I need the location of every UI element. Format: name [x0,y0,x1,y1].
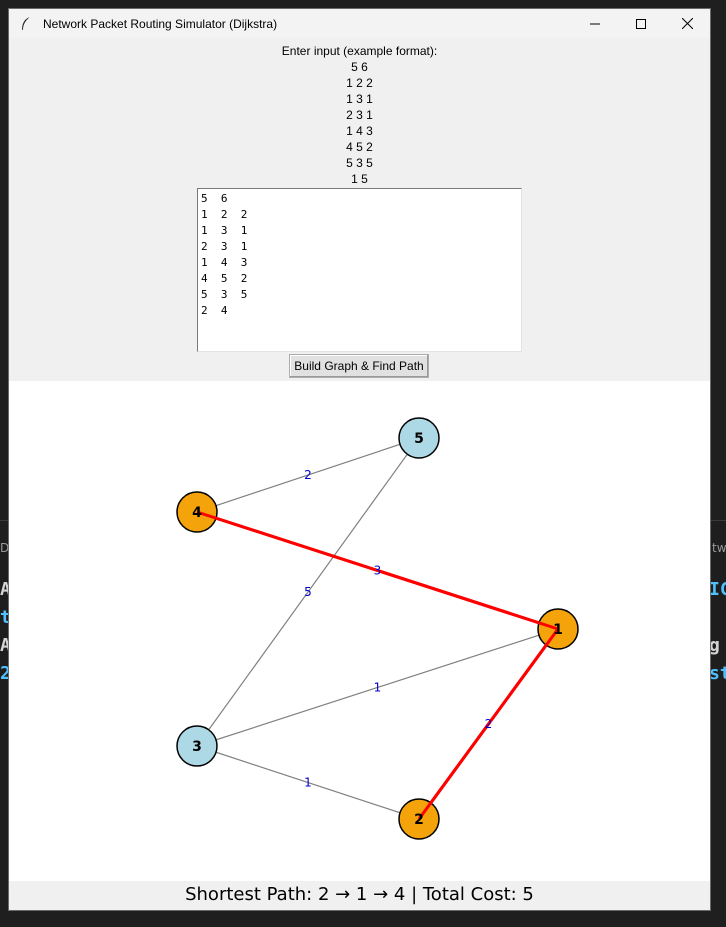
example-line: 1 4 3 [346,124,373,138]
app-window: Network Packet Routing Simulator (Dijkst… [8,8,711,911]
example-format: 5 6 1 2 2 1 3 1 2 3 1 1 4 3 4 5 2 5 3 5 … [9,59,710,187]
graph-node-label: 3 [192,739,202,755]
example-line: 1 5 [351,172,368,186]
input-prompt-label: Enter input (example format): [281,44,438,58]
example-line: 4 5 2 [346,140,373,154]
graph-node-label: 2 [414,812,424,828]
maximize-button[interactable] [618,9,664,38]
minimize-icon [590,23,600,24]
background-text: IC [709,579,726,600]
graph-node-label: 1 [553,622,563,638]
window-title: Network Packet Routing Simulator (Dijkst… [43,16,278,31]
background-text: st [709,663,726,684]
example-line: 1 2 2 [346,76,373,90]
example-line: 1 3 1 [346,92,373,106]
graph-drawing: 1 2 3 4 5 2 1 1 3 2 5 [176,417,579,840]
title-bar[interactable]: Network Packet Routing Simulator (Dijkst… [9,9,710,38]
graph-node-label: 5 [414,431,424,447]
example-line: 5 3 5 [346,156,373,170]
graph-canvas: 1 2 3 4 5 2 1 1 3 2 5 [9,381,710,881]
graph-edge-weight-label: 2 [304,468,312,482]
graph-edge-weight-label: 3 [374,564,382,578]
maximize-icon [636,18,646,29]
graph-edge-weight-label: 1 [374,681,382,695]
feather-icon [20,16,32,32]
minimize-button[interactable] [572,9,618,38]
graph-node-label: 4 [192,505,202,521]
graph-edge-weight-label: 5 [304,585,312,599]
graph-input-textarea[interactable]: 5 6 1 2 2 1 3 1 2 3 1 1 4 3 4 5 2 5 3 5 … [197,188,522,352]
example-line: 5 6 [351,60,368,74]
graph-edge-weight-label: 2 [485,717,493,731]
graph-edge-weight-label: 1 [304,776,312,790]
close-button[interactable] [664,9,710,38]
example-line: 2 3 1 [346,108,373,122]
shortest-path-result: Shortest Path: 2 → 1 → 4 | Total Cost: 5 [185,884,534,905]
background-text: tw [712,541,726,555]
close-icon [681,18,693,29]
build-graph-button[interactable]: Build Graph & Find Path [289,354,429,378]
